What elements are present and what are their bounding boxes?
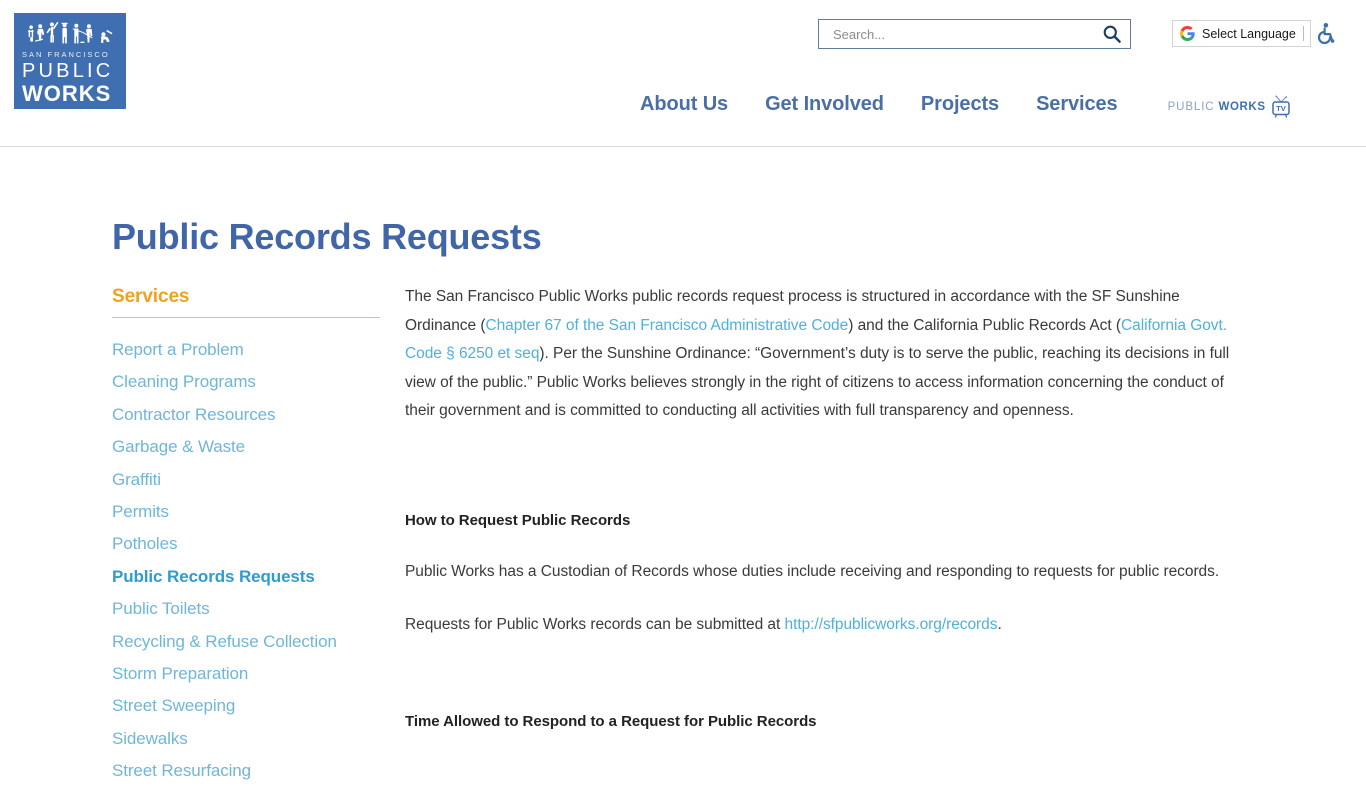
submit-text-suffix: . xyxy=(997,615,1002,633)
sidebar-item-storm-preparation[interactable]: Storm Preparation xyxy=(112,658,380,690)
main-content: The San Francisco Public Works public re… xyxy=(405,283,1250,730)
sidebar-item-public-records-requests[interactable]: Public Records Requests xyxy=(112,561,380,593)
search-icon xyxy=(1103,25,1121,43)
language-selector-label: Select Language xyxy=(1202,26,1296,41)
nav-item-about-us[interactable]: About Us xyxy=(640,93,728,116)
language-selector[interactable]: Select Language xyxy=(1172,20,1311,47)
sidebar-item-permits[interactable]: Permits xyxy=(112,496,380,528)
search-box[interactable] xyxy=(818,19,1131,49)
sidebar-item-garbage-and-waste[interactable]: Garbage & Waste xyxy=(112,431,380,463)
nav-item-projects[interactable]: Projects xyxy=(921,93,999,116)
section-spacer-2 xyxy=(405,529,1250,558)
logo-line-works: WORKS xyxy=(22,81,112,106)
television-icon: TV xyxy=(1271,95,1290,118)
search-button[interactable] xyxy=(1094,20,1130,48)
sidebar-item-cleaning-programs[interactable]: Cleaning Programs xyxy=(112,366,380,398)
submit-text-prefix: Requests for Public Works records can be… xyxy=(405,615,785,633)
logo-line-public: PUBLIC xyxy=(22,60,114,82)
google-g-icon xyxy=(1180,26,1195,41)
language-accessibility-group: Select Language xyxy=(1172,20,1341,47)
sidebar-item-sidewalks[interactable]: Sidewalks xyxy=(112,723,380,755)
sf-public-works-logo[interactable]: SAN FRANCISCO PUBLIC WORKS xyxy=(14,13,126,109)
nav-item-services[interactable]: Services xyxy=(1036,93,1118,116)
pwtv-word-public: PUBLIC xyxy=(1167,101,1215,113)
sidebar-item-potholes[interactable]: Potholes xyxy=(112,528,380,560)
public-works-tv-link[interactable]: PUBLIC WORKS TV xyxy=(1168,95,1292,119)
sidebar-heading: Services xyxy=(112,286,380,318)
site-header: SAN FRANCISCO PUBLIC WORKS Select Langua… xyxy=(0,0,1366,147)
primary-navigation: About Us Get Involved Projects Services … xyxy=(640,92,1292,119)
sidebar-item-graffiti[interactable]: Graffiti xyxy=(112,464,380,496)
workers-silhouette-icon xyxy=(28,21,113,44)
link-sfpublicworks-records[interactable]: http://sfpublicworks.org/records xyxy=(785,616,998,633)
services-sidebar: Services Report a Problem Cleaning Progr… xyxy=(112,286,380,788)
section-spacer-1 xyxy=(405,450,1250,512)
sidebar-list: Report a Problem Cleaning Programs Contr… xyxy=(112,334,380,788)
sidebar-item-public-toilets[interactable]: Public Toilets xyxy=(112,593,380,625)
logo-line-san-francisco: SAN FRANCISCO xyxy=(22,50,110,59)
intro-paragraph: The San Francisco Public Works public re… xyxy=(405,283,1250,426)
section-spacer-3 xyxy=(405,639,1250,713)
sidebar-item-report-a-problem[interactable]: Report a Problem xyxy=(112,334,380,366)
sidebar-item-recycling-refuse-collection[interactable]: Recycling & Refuse Collection xyxy=(112,626,380,658)
heading-how-to-request: How to Request Public Records xyxy=(405,511,631,529)
pwtv-word-works: WORKS xyxy=(1218,101,1266,113)
link-administrative-code[interactable]: Chapter 67 of the San Francisco Administ… xyxy=(485,317,848,334)
accessibility-button[interactable] xyxy=(1313,20,1341,47)
sidebar-item-contractor-resources[interactable]: Contractor Resources xyxy=(112,399,380,431)
wheelchair-accessibility-icon xyxy=(1318,22,1335,45)
search-input[interactable] xyxy=(819,21,1094,47)
sidebar-item-street-resurfacing[interactable]: Street Resurfacing xyxy=(112,755,380,787)
translate-separator xyxy=(1302,26,1304,41)
sidebar-item-street-sweeping[interactable]: Street Sweeping xyxy=(112,690,380,722)
intro-text-part-2: ) and the California Public Records Act … xyxy=(848,316,1121,334)
page-title: Public Records Requests xyxy=(112,216,542,258)
svg-text:TV: TV xyxy=(1276,104,1287,113)
submit-paragraph: Requests for Public Works records can be… xyxy=(405,611,1250,640)
nav-item-get-involved[interactable]: Get Involved xyxy=(765,93,884,116)
heading-time-allowed: Time Allowed to Respond to a Request for… xyxy=(405,713,817,731)
custodian-paragraph: Public Works has a Custodian of Records … xyxy=(405,562,1220,580)
